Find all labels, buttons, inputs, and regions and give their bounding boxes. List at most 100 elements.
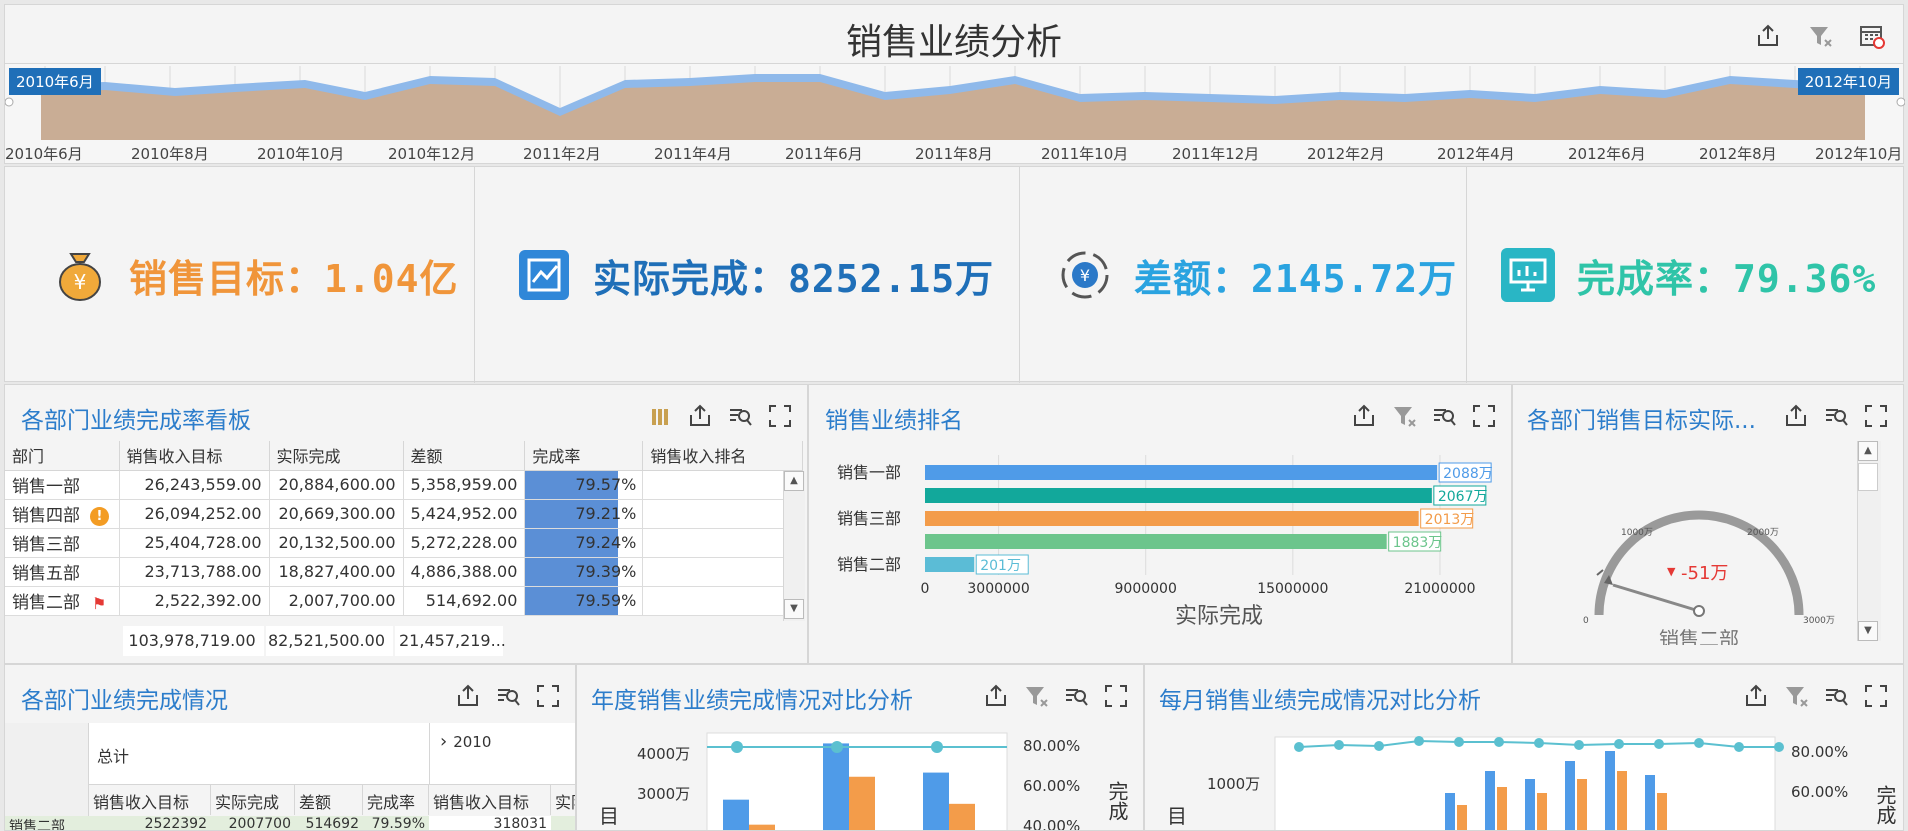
pivot-row-dept: 销售二部	[9, 819, 65, 831]
table-row[interactable]: 销售一部 26,243,559.00 20,884,600.00 5,358,959.…	[5, 470, 804, 500]
cell-rate: 79.57%	[524, 470, 644, 500]
pivot-col-rate[interactable]: 完成率	[363, 785, 429, 815]
scroll-thumb[interactable]	[1858, 463, 1878, 491]
rank-bar[interactable]	[925, 465, 1438, 480]
y-tick-label: 销售一部	[837, 463, 901, 482]
timeline-end-handle[interactable]: 2012年10月	[1797, 68, 1899, 95]
clear-filter-icon[interactable]	[1391, 403, 1417, 429]
clear-filter-icon[interactable]	[1807, 23, 1833, 49]
monthly-bar	[1457, 805, 1467, 830]
pivot-col-target-2010[interactable]: 销售收入目标	[429, 785, 551, 815]
monthly-rate-point	[1494, 737, 1504, 747]
monthly-rate-point	[1774, 742, 1784, 752]
yearly-bar[interactable]	[849, 776, 875, 831]
table-row[interactable]: 销售三部 25,404,728.00 20,132,500.00 5,272,228.…	[5, 528, 804, 558]
monthly-bar	[1605, 751, 1615, 830]
pivot-col-actual[interactable]: 实际完成	[211, 785, 295, 815]
cell-target: 23,713,788.00	[119, 557, 270, 587]
rank-bar[interactable]	[925, 557, 975, 572]
drill-icon[interactable]	[1823, 683, 1849, 709]
cell-dept: 销售五部	[5, 557, 120, 587]
fullscreen-icon[interactable]	[767, 403, 793, 429]
drill-icon[interactable]	[727, 403, 753, 429]
monthly-bar	[1485, 771, 1495, 830]
rate-value: 79.21%	[575, 504, 637, 523]
export-icon[interactable]	[983, 683, 1009, 709]
clear-filter-icon[interactable]	[1023, 683, 1049, 709]
scroll-up-button[interactable]: ▲	[784, 471, 804, 491]
column-header-rank[interactable]: 销售收入排名	[642, 441, 804, 471]
gauge-tick: 1000万	[1621, 528, 1653, 538]
kpi-actual-text: 实际完成：8252.15万	[593, 256, 995, 301]
export-icon[interactable]	[1755, 23, 1781, 49]
pivot-cell: 514692	[305, 816, 359, 831]
fullscreen-icon[interactable]	[1471, 403, 1497, 429]
yearly-bar[interactable]	[949, 803, 975, 831]
kpi-diff: ¥ 差额：2145.72万	[1020, 167, 1467, 383]
pivot-col-diff[interactable]: 差额	[295, 785, 363, 815]
pivot-col-target[interactable]: 销售收入目标	[89, 785, 211, 815]
yearly-compare-chart: 4000万 3000万 80.00% 60.00% 40.00% 目 完成	[599, 732, 1129, 831]
yearly-bar[interactable]	[823, 743, 849, 831]
timeline-start-handle[interactable]: 2010年6月	[9, 68, 101, 95]
gauge-scrollbar[interactable]: ▲ ▼	[1857, 441, 1881, 641]
drill-icon[interactable]	[1823, 403, 1849, 429]
pivot-year-header[interactable]: › 2010	[429, 723, 575, 785]
pivot-corner	[5, 723, 89, 830]
fullscreen-icon[interactable]	[535, 683, 561, 709]
kpi-row: ¥ 销售目标：1.04亿 实际完成：8252.15万 ¥ 差额：2145.72万	[4, 166, 1904, 383]
table-row[interactable]: 销售二部 ⚑ 2,522,392.00 2,007,700.00 514,692.00 7…	[5, 586, 804, 616]
y-tick-label: 销售三部	[837, 509, 901, 528]
y-axis-label: 目	[599, 804, 619, 828]
table-row[interactable]: 销售五部 23,713,788.00 18,827,400.00 4,886,388.…	[5, 557, 804, 587]
drill-icon[interactable]	[1063, 683, 1089, 709]
expand-icon[interactable]: ›	[440, 731, 447, 752]
scroll-down-button[interactable]: ▼	[784, 599, 804, 619]
export-icon[interactable]	[455, 683, 481, 709]
timeline-tick: 2011年2月	[523, 145, 601, 163]
yearly-bar[interactable]	[923, 772, 949, 831]
column-header-diff[interactable]: 差额	[403, 441, 526, 471]
rank-bar[interactable]	[925, 534, 1387, 549]
y2-axis-label: 完成	[1873, 785, 1897, 825]
yearly-bar[interactable]	[723, 799, 749, 831]
scroll-up-button[interactable]: ▲	[1858, 441, 1878, 461]
clear-filter-icon[interactable]	[1783, 683, 1809, 709]
yearly-compare-title: 年度销售业绩完成情况对比分析	[591, 688, 913, 714]
table-row[interactable]: 销售四部! 26,094,252.00 20,669,300.00 5,424,952…	[5, 499, 804, 529]
export-icon[interactable]	[687, 403, 713, 429]
cell-rate: 79.21%	[524, 499, 644, 529]
pivot-col-actual-2010[interactable]: 实际	[551, 785, 575, 815]
yearly-rate-point[interactable]	[731, 741, 743, 753]
yearly-rate-point[interactable]	[931, 741, 943, 753]
export-icon[interactable]	[1351, 403, 1377, 429]
scroll-down-button[interactable]: ▼	[1858, 621, 1878, 641]
column-header-rate[interactable]: 完成率	[524, 441, 644, 471]
rank-bar[interactable]	[925, 511, 1419, 526]
fullscreen-icon[interactable]	[1863, 683, 1889, 709]
yearly-bar[interactable]	[749, 824, 775, 831]
timeline-tick: 2011年8月	[915, 145, 993, 163]
column-header-actual[interactable]: 实际完成	[269, 441, 404, 471]
y-tick: 4000万	[637, 745, 690, 763]
rate-value: 79.39%	[575, 562, 637, 581]
calendar-icon[interactable]	[1859, 23, 1885, 49]
yearly-rate-point[interactable]	[831, 741, 843, 753]
export-icon[interactable]	[1783, 403, 1809, 429]
column-settings-icon[interactable]	[647, 403, 673, 429]
drill-icon[interactable]	[495, 683, 521, 709]
column-header-dept[interactable]: 部门	[5, 441, 120, 471]
timeline-slider[interactable]: 2010年6月 2012年10月 2010年6月 2010年8月 2010年10…	[4, 64, 1905, 164]
export-icon[interactable]	[1743, 683, 1769, 709]
monthly-bar	[1577, 779, 1587, 830]
dashboard-page: 销售业绩分析 2010年6月 2012年10月 2010年6月 2010年8月 …	[0, 0, 1908, 831]
fullscreen-icon[interactable]	[1103, 683, 1129, 709]
table-scrollbar[interactable]: ▲ ▼	[783, 471, 805, 621]
y2-tick: 60.00%	[1791, 783, 1848, 801]
yen-cycle-icon: ¥	[1061, 251, 1109, 299]
column-header-target[interactable]: 销售收入目标	[119, 441, 270, 471]
rank-bar[interactable]	[925, 488, 1432, 503]
fullscreen-icon[interactable]	[1863, 403, 1889, 429]
kpi-sales-target-text: 销售目标：1.04亿	[129, 256, 459, 301]
drill-icon[interactable]	[1431, 403, 1457, 429]
